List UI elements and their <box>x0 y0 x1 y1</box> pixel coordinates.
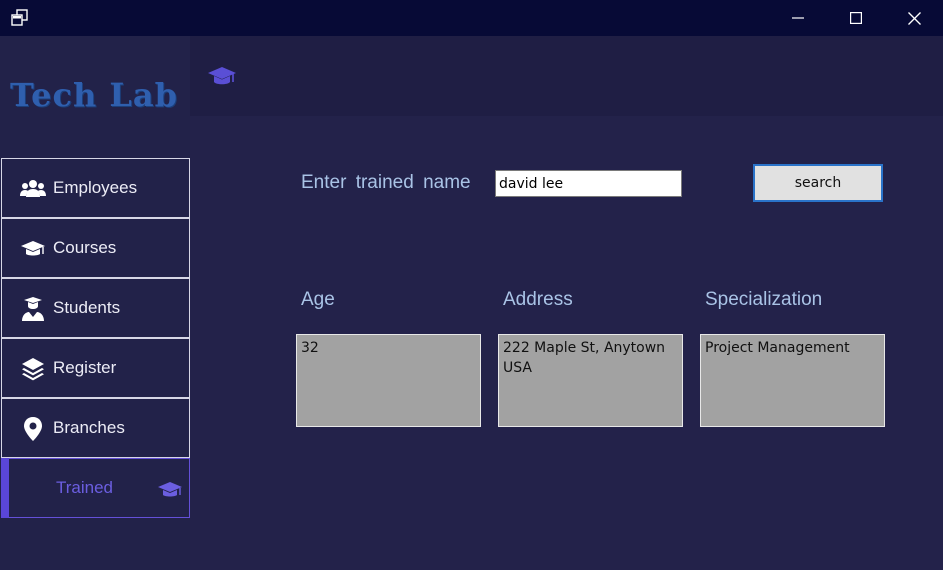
sidebar-item-branches[interactable]: Branches <box>1 398 190 458</box>
sidebar-item-label: Branches <box>53 418 125 437</box>
sidebar-item-label: Students <box>53 298 121 317</box>
maximize-icon <box>850 12 862 24</box>
search-button[interactable]: search <box>753 164 883 202</box>
graduation-cap-icon <box>158 482 182 497</box>
close-button[interactable] <box>885 0 943 36</box>
active-indicator <box>1 458 9 518</box>
specialization-label: Specialization <box>705 289 823 310</box>
sidebar-item-students[interactable]: Students <box>1 278 190 338</box>
sidebar-item-trained[interactable]: Trained <box>1 458 190 518</box>
map-pin-icon <box>24 417 42 441</box>
page-header <box>190 36 943 116</box>
address-label: Address <box>503 289 573 310</box>
layers-icon <box>22 358 44 381</box>
minimize-icon <box>792 17 804 19</box>
restore-windows-icon <box>11 9 28 26</box>
app-logo: Tech Lab <box>10 76 178 114</box>
sidebar-item-label: Employees <box>53 178 138 197</box>
sidebar-item-label: Register <box>53 358 117 377</box>
graduation-cap-icon <box>208 67 236 85</box>
sidebar-item-courses[interactable]: Courses <box>1 218 190 278</box>
specialization-value-box[interactable]: Project Management <box>700 334 885 427</box>
address-value-box[interactable]: 222 Maple St, Anytown USA <box>498 334 683 427</box>
users-icon <box>20 180 46 197</box>
sidebar-item-employees[interactable]: Employees <box>1 158 190 218</box>
title-bar <box>0 0 943 36</box>
student-icon <box>22 297 44 321</box>
close-icon <box>907 11 921 25</box>
age-value-box[interactable]: 32 <box>296 334 481 427</box>
sidebar-item-label: Courses <box>53 238 117 257</box>
age-label: Age <box>301 289 335 310</box>
minimize-button[interactable] <box>769 0 827 36</box>
search-prompt-label: Enter trained name <box>301 172 471 193</box>
trained-name-input[interactable] <box>495 170 682 197</box>
sidebar-item-label: Trained <box>56 478 114 497</box>
maximize-button[interactable] <box>827 0 885 36</box>
graduation-cap-icon <box>21 241 45 256</box>
sidebar-item-register[interactable]: Register <box>1 338 190 398</box>
